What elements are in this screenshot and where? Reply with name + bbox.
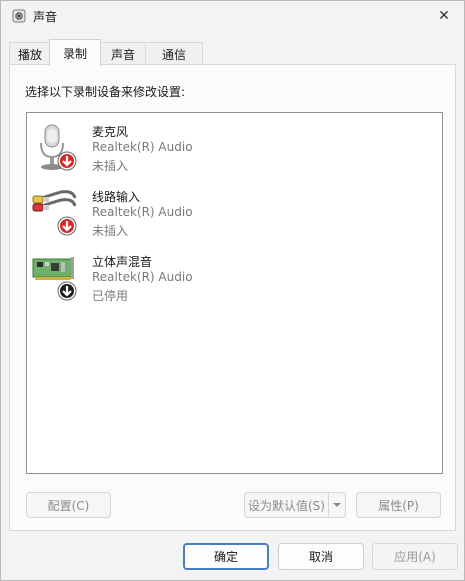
chevron-down-icon	[333, 503, 341, 507]
cancel-button[interactable]: 取消	[278, 543, 364, 570]
tab-label: 录制	[62, 46, 87, 61]
set-default-dropdown[interactable]	[329, 492, 346, 518]
tab-label: 声音	[110, 47, 135, 62]
tab-communications[interactable]: 通信	[145, 42, 203, 65]
button-label: 确定	[213, 550, 238, 564]
speaker-icon	[12, 9, 26, 23]
line-in-cable-icon	[32, 190, 77, 236]
close-icon: ✕	[438, 8, 450, 24]
device-driver: Realtek(R) Audio	[92, 270, 193, 284]
list-item-line-in[interactable]: 线路输入 Realtek(R) Audio 未插入	[31, 186, 331, 246]
window-title: 声音	[33, 10, 58, 24]
device-driver: Realtek(R) Audio	[92, 205, 193, 219]
tab-label: 通信	[161, 47, 186, 62]
button-label: 配置(C)	[47, 498, 90, 513]
tab-playback[interactable]: 播放	[9, 42, 51, 65]
set-default-button[interactable]: 设为默认值(S)	[244, 492, 329, 518]
list-item-stereo-mix[interactable]: 立体声混音 Realtek(R) Audio 已停用	[31, 251, 331, 311]
device-status: 未插入	[92, 159, 129, 173]
list-item-microphone[interactable]: 麦克风 Realtek(R) Audio 未插入	[31, 121, 331, 181]
button-label: 应用(A)	[394, 550, 436, 564]
button-label: 取消	[308, 550, 333, 564]
device-status: 已停用	[92, 289, 129, 303]
tab-label: 播放	[17, 47, 42, 62]
title-bar[interactable]: 声音 ✕	[1, 1, 464, 31]
recording-panel: 选择以下录制设备来修改设置: 麦克风 Realtek(R) Audio 未插入 …	[9, 64, 456, 531]
button-label: 属性(P)	[378, 498, 419, 513]
ok-button[interactable]: 确定	[183, 543, 269, 570]
microphone-icon	[40, 124, 77, 171]
device-name: 立体声混音	[92, 255, 153, 269]
configure-button[interactable]: 配置(C)	[26, 492, 111, 518]
sound-card-icon	[32, 257, 77, 301]
device-name: 麦克风	[92, 125, 129, 139]
device-name: 线路输入	[92, 190, 141, 204]
apply-button[interactable]: 应用(A)	[372, 543, 458, 570]
black-down-arrow-icon	[57, 281, 77, 301]
close-button[interactable]: ✕	[430, 3, 458, 29]
properties-button[interactable]: 属性(P)	[356, 492, 441, 518]
tab-sounds[interactable]: 声音	[99, 42, 147, 65]
recording-device-list[interactable]: 麦克风 Realtek(R) Audio 未插入 线路输入 Realtek(R)…	[26, 112, 443, 474]
device-driver: Realtek(R) Audio	[92, 140, 193, 154]
device-status: 未插入	[92, 224, 129, 238]
button-label: 设为默认值(S)	[248, 498, 325, 513]
tab-recording[interactable]: 录制	[49, 39, 101, 66]
instructions-label: 选择以下录制设备来修改设置:	[25, 85, 186, 99]
red-down-arrow-icon	[57, 151, 77, 171]
sound-dialog: 声音 ✕ 播放 录制 声音 通信 选择以下录制设备来修改设置: 麦克风 Real…	[0, 0, 465, 581]
red-down-arrow-icon	[57, 216, 77, 236]
